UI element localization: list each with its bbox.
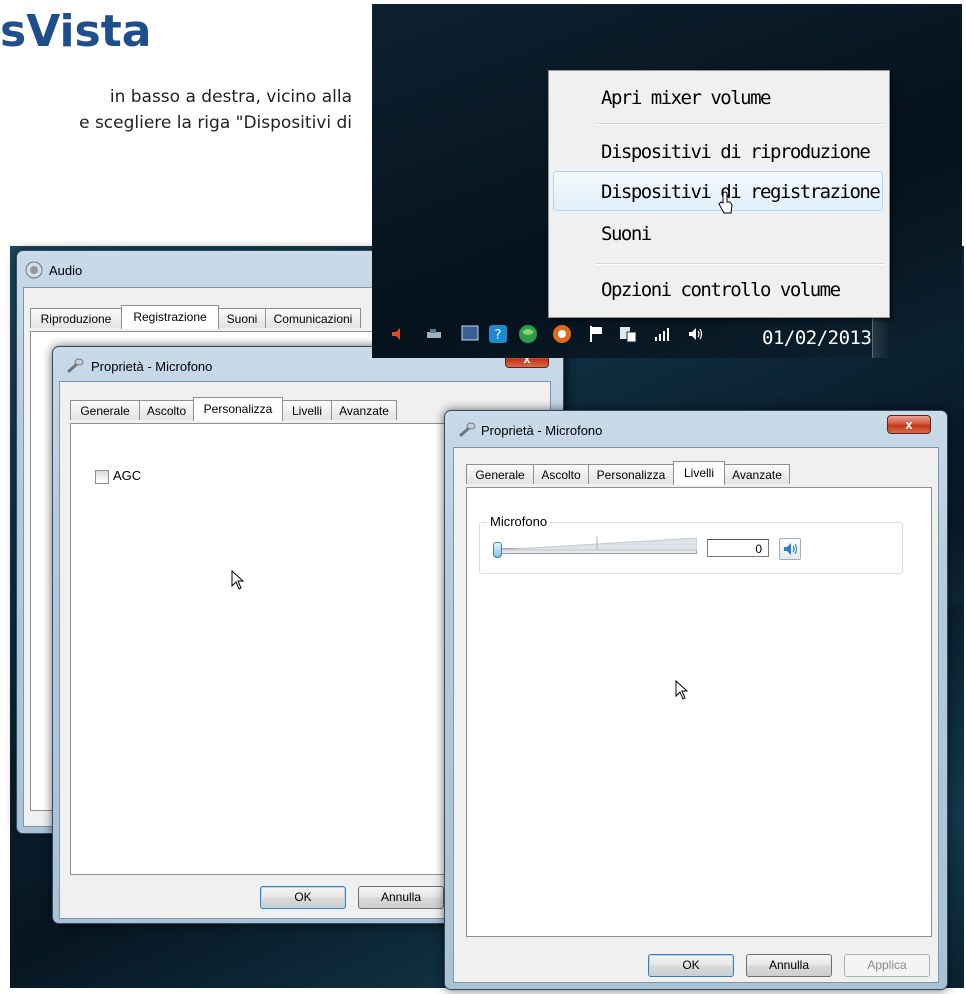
- properties-right-tabbar: Generale Ascolto Personalizza Livelli Av…: [466, 461, 806, 488]
- properties-right-panel: Microfono 0: [466, 487, 932, 937]
- mouse-cursor-icon: [718, 191, 733, 214]
- tab-personalizza[interactable]: Personalizza: [193, 397, 283, 421]
- tab-ascolto[interactable]: Ascolto: [139, 400, 194, 420]
- antivirus-icon[interactable]: [552, 324, 572, 344]
- mouse-cursor-icon: [231, 570, 245, 590]
- ok-button[interactable]: OK: [260, 886, 346, 909]
- volume-icon[interactable]: [686, 324, 706, 344]
- svg-text:?: ?: [495, 328, 502, 343]
- properties-left-tabbar: Generale Ascolto Personalizza Livelli Av…: [70, 397, 410, 424]
- globe-icon[interactable]: [518, 324, 538, 344]
- menu-item-sounds[interactable]: Suoni: [601, 223, 652, 245]
- monitor-icon[interactable]: [618, 324, 638, 344]
- tab-livelli[interactable]: Livelli: [673, 461, 725, 485]
- level-slider-thumb[interactable]: [493, 542, 502, 558]
- microphone-icon: [459, 422, 476, 438]
- apply-button[interactable]: Applica: [844, 954, 930, 977]
- flag-icon[interactable]: [586, 324, 606, 344]
- mouse-cursor-icon: [675, 680, 689, 700]
- volume-icon: [784, 543, 798, 555]
- menu-separator: [595, 263, 885, 265]
- menu-item-open-volume-mixer[interactable]: Apri mixer volume: [601, 87, 771, 109]
- agc-label: AGC: [113, 468, 142, 483]
- menu-item-recording-devices[interactable]: Dispositivi di registrazione: [601, 181, 881, 203]
- tab-avanzate[interactable]: Avanzate: [724, 464, 790, 484]
- audio-icon: [25, 261, 43, 279]
- properties-left-title: Proprietà - Microfono: [91, 359, 213, 374]
- tab-generale[interactable]: Generale: [70, 400, 140, 420]
- microfono-group-label: Microfono: [487, 514, 551, 529]
- document-title: sVista: [0, 6, 152, 57]
- properties-window-right: Proprietà - Microfono x Generale Ascolto…: [444, 410, 948, 990]
- mute-toggle-button[interactable]: [779, 538, 801, 560]
- level-slider-ramp: [497, 536, 697, 551]
- tab-personalizza[interactable]: Personalizza: [588, 464, 674, 484]
- level-value-field[interactable]: 0: [707, 539, 769, 557]
- menu-separator: [595, 123, 885, 125]
- tab-comunicazioni[interactable]: Comunicazioni: [265, 308, 361, 328]
- properties-right-client: Generale Ascolto Personalizza Livelli Av…: [453, 447, 939, 983]
- close-button[interactable]: x: [887, 415, 931, 434]
- document-paragraph-line-1: in basso a destra, vicino alla: [109, 87, 352, 107]
- taskbar-clock[interactable]: 01/02/2013: [762, 327, 872, 349]
- properties-right-title: Proprietà - Microfono: [481, 423, 603, 438]
- show-desktop-button[interactable]: [872, 316, 889, 358]
- microphone-icon: [67, 358, 84, 374]
- tab-avanzate[interactable]: Avanzate: [331, 400, 397, 420]
- document-paragraph: in basso a destra, vicino alla e sceglie…: [0, 84, 352, 136]
- display-icon[interactable]: [460, 324, 480, 344]
- menu-item-volume-control-options[interactable]: Opzioni controllo volume: [601, 279, 841, 301]
- volume-context-menu: Apri mixer volume Dispositivi di riprodu…: [548, 70, 890, 318]
- audio-window-title: Audio: [49, 263, 83, 278]
- document-paragraph-line-2: e scegliere la riga "Dispositivi di: [79, 113, 352, 133]
- cancel-button[interactable]: Annulla: [358, 886, 444, 909]
- menu-item-playback-devices[interactable]: Dispositivi di riproduzione: [601, 141, 871, 163]
- tab-ascolto[interactable]: Ascolto: [533, 464, 589, 484]
- tab-registrazione[interactable]: Registrazione: [121, 305, 219, 329]
- tab-riproduzione[interactable]: Riproduzione: [30, 308, 122, 328]
- tab-livelli[interactable]: Livelli: [282, 400, 332, 420]
- wireless-icon[interactable]: ?: [488, 324, 508, 344]
- ok-button[interactable]: OK: [648, 954, 734, 977]
- network-icon[interactable]: [424, 324, 444, 344]
- signal-bars-icon[interactable]: [652, 324, 672, 344]
- tab-suoni[interactable]: Suoni: [218, 308, 266, 328]
- cancel-button[interactable]: Annulla: [746, 954, 832, 977]
- speaker-icon[interactable]: [388, 324, 408, 344]
- tab-generale[interactable]: Generale: [466, 464, 534, 484]
- agc-checkbox[interactable]: [95, 470, 109, 484]
